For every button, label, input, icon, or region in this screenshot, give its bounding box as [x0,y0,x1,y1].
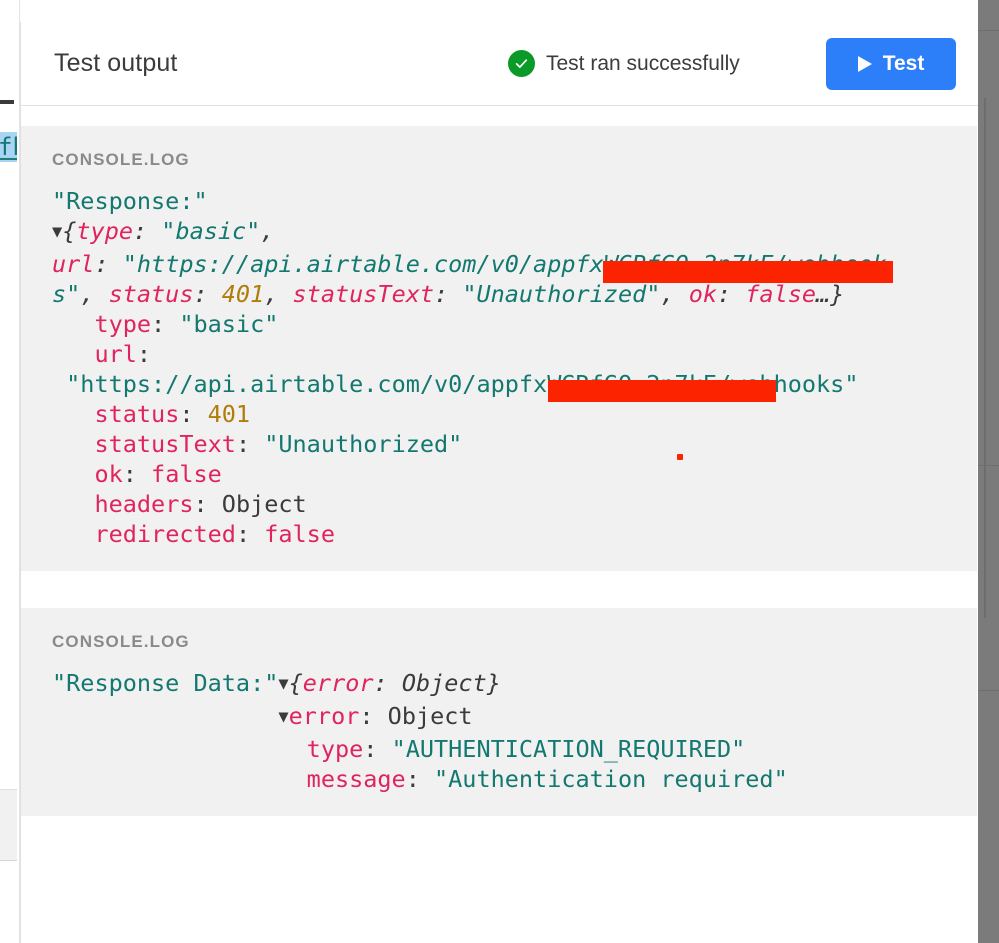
prop-key-error: error [288,702,360,730]
prop-value-redirected: false [264,520,335,548]
prop-value-error-type: "AUTHENTICATION_REQUIRED" [391,735,746,763]
log-prop-error-type: type: "AUTHENTICATION_REQUIRED" [306,735,746,763]
disclosure-triangle-icon[interactable]: ▼ [278,707,288,727]
prop-key-type: type [94,310,152,338]
background-rule [0,100,14,104]
prop-value-status: 401 [207,400,251,428]
log-line: "Response:" [52,186,977,216]
key-type: type [76,217,133,245]
console-log-block: CONSOLE.LOG "Response:" ▼{type: "basic",… [21,126,977,571]
key-error-inline: error [302,669,374,697]
log-prop-type: type: "basic" [94,310,279,338]
prop-value-error: Object [387,702,473,730]
log-prop-error[interactable]: ▼error: Object [52,701,977,734]
value-type: "basic" [161,217,261,245]
scrollbar-segment [978,30,999,31]
disclosure-triangle-icon[interactable]: ▼ [52,222,62,242]
prop-value-statusText: "Unauthorized" [264,430,463,458]
prop-value-type: "basic" [179,310,279,338]
prop-value-url-redacted: fxWGRfGQ_2n7kE [518,370,717,398]
scrollbar-segment [978,465,999,466]
key-url: url [52,250,95,278]
value-error-inline: Object [401,669,487,697]
background-selected-token-text: fb [0,133,17,161]
prop-value-ok: false [151,460,222,488]
value-url-wrap: s" [52,280,81,308]
vertical-scrollbar[interactable] [978,0,999,943]
key-status: status [108,280,194,308]
prop-key-statusText: statusText [94,430,236,458]
scrollbar-thumb[interactable] [984,98,986,618]
prop-value-error-message: "Authentication required" [434,765,788,793]
key-statusText: statusText [292,280,435,308]
ellipsis-brace-close: …} [816,280,845,308]
prop-key-ok: ok [94,460,123,488]
console-log-label: CONSOLE.LOG [52,150,190,169]
scrollbar-segment [978,690,999,691]
console-log-block: CONSOLE.LOG "Response Data:"▼{error: Obj… [21,608,977,816]
prop-value-headers: Object [221,490,307,518]
log-prop-url: url: [94,340,152,368]
redaction-dot [677,454,683,460]
disclosure-triangle-icon[interactable]: ▼ [278,674,288,694]
test-status: Test ran successfully [508,50,740,77]
log-prop-statusText: statusText: "Unauthorized" [94,430,463,458]
prop-key-status: status [94,400,180,428]
brace-open: { [288,669,303,697]
log-line-object-summary[interactable]: ▼{type: "basic", url: "https://api.airta… [52,216,977,309]
test-output-header: Test output Test ran successfully Test [21,22,978,106]
log-prop-ok: ok: false [94,460,222,488]
screen-root: fb Test output Test ran successfully Tes… [0,0,999,943]
run-test-button-label: Test [882,51,925,75]
background-lower-panel [0,789,17,861]
value-status: 401 [221,280,265,308]
log-string-response-data: "Response Data:" [52,669,279,697]
log-prop-redirected: redirected: false [94,520,335,548]
value-url-prefix: "https://api.airtable.com/v0/app [122,250,576,278]
log-prop-url-value: "https://api.airtable.com/v0/appfxWGRfGQ… [52,369,977,399]
log-line-response-data[interactable]: "Response Data:"▼{error: Object} [52,668,977,701]
prop-key-error-type: type [306,735,364,763]
prop-value-url-suffix: /webhooks" [716,370,859,398]
value-statusText: "Unauthorized" [462,280,661,308]
console-output-area: CONSOLE.LOG "Response:" ▼{type: "basic",… [21,106,978,816]
value-url-redacted: fxWGRfGQ_2n7kE [575,250,774,278]
prop-key-url: url [94,340,137,368]
log-string: "Response:" [52,187,208,215]
prop-key-headers: headers [94,490,194,518]
page-title: Test output [54,49,178,77]
log-prop-headers: headers: Object [94,490,307,518]
log-prop-error-message: message: "Authentication required" [306,765,788,793]
log-prop-status: status: 401 [94,400,251,428]
prop-value-url-prefix: "https://api.airtable.com/v0/app [66,370,519,398]
status-badge: Test ran successfully [546,51,740,75]
run-test-button[interactable]: Test [826,37,956,90]
background-selection-underline [0,158,17,160]
play-icon [857,55,872,72]
check-circle-icon [508,50,535,77]
console-log-label: CONSOLE.LOG [52,632,190,651]
brace-close: } [486,669,501,697]
prop-key-error-message: message [306,765,406,793]
value-url-suffix: /webhook [773,250,887,278]
value-ok: false [745,280,817,308]
test-output-panel: Test output Test ran successfully Test C… [20,22,978,943]
brace-open: { [62,217,77,245]
prop-key-redirected: redirected [94,520,236,548]
key-ok: ok [688,280,717,308]
